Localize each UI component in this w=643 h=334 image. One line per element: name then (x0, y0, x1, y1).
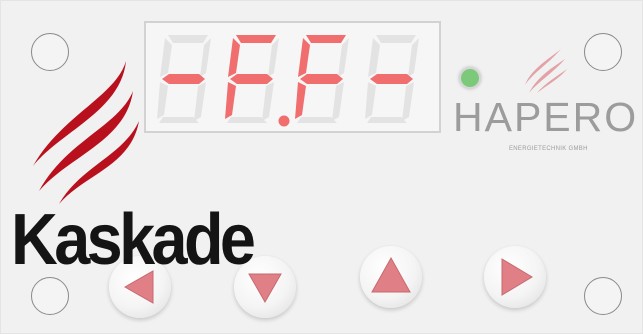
arrow-up-icon (371, 256, 411, 293)
brand-subtitle: ENERGIETECHNIK GMBH (509, 146, 588, 152)
right-button[interactable] (484, 246, 546, 308)
up-button[interactable] (360, 246, 422, 308)
hapero-flame-logo-icon (525, 49, 567, 93)
seven-segment-display (144, 21, 441, 133)
status-led-icon (459, 67, 481, 89)
control-panel: HAPERO ENERGIETECHNIK GMBH Kaskade (0, 0, 643, 334)
screw-top-right-icon (584, 33, 622, 71)
panel-title: Kaskade (11, 200, 256, 280)
brand-name: HAPERO (453, 94, 639, 140)
display-digits (157, 35, 419, 127)
display-digit-4 (365, 35, 419, 123)
arrow-right-icon (501, 258, 533, 296)
display-digit-1 (157, 35, 211, 123)
display-digit-3 (295, 35, 349, 123)
display-digit-2 (225, 35, 290, 127)
screw-bottom-right-icon (584, 277, 622, 315)
screw-bottom-left-icon (31, 277, 69, 315)
flame-decoration-icon (33, 61, 141, 204)
